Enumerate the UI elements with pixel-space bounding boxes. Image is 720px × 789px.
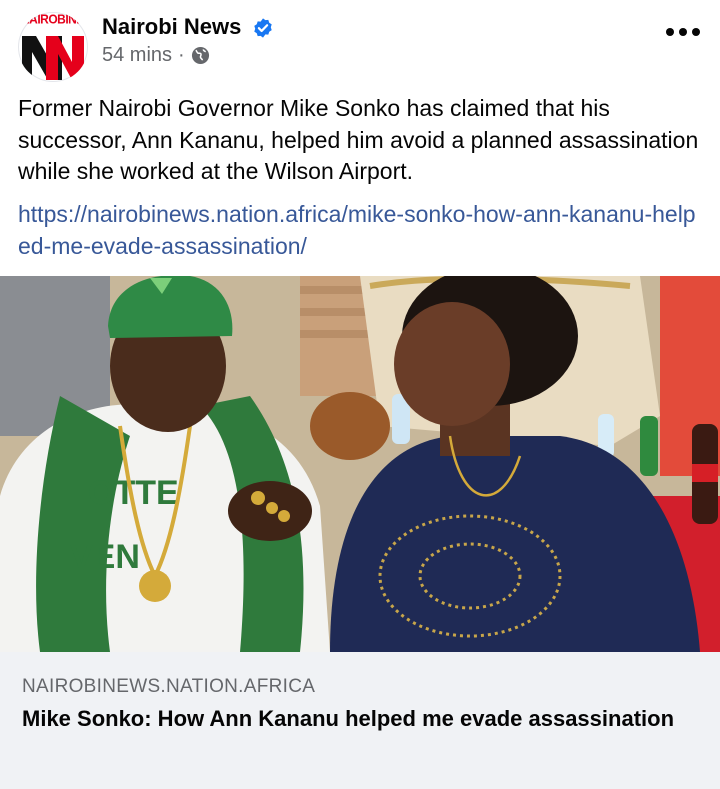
page-avatar[interactable]: NAIROBINEWS — [18, 12, 88, 82]
preview-domain: NAIROBINEWS.NATION.AFRICA — [22, 676, 316, 697]
post-text: Former Nairobi Governor Mike Sonko has c… — [18, 95, 699, 184]
preview-title: Mike Sonko: How Ann Kananu helped me eva… — [22, 706, 675, 731]
post-meta: 54 mins · — [102, 43, 210, 67]
photo-illustration: OTTE VEN — [0, 276, 720, 652]
post-timestamp[interactable]: 54 mins — [102, 43, 172, 67]
facebook-post: NAIROBINEWS Nairobi News 54 mins · Forme… — [0, 0, 720, 789]
meta-separator: · — [178, 44, 185, 66]
nn-logo-icon — [22, 36, 84, 80]
more-dot-icon — [679, 28, 687, 36]
post-photo[interactable]: OTTE VEN — [0, 276, 720, 652]
globe-icon — [191, 46, 209, 64]
verified-badge-icon — [254, 18, 272, 38]
more-options-button[interactable] — [666, 22, 700, 42]
avatar-brand-text: NAIROBINEWS — [21, 12, 88, 27]
page-name[interactable]: Nairobi News — [102, 13, 241, 41]
link-preview[interactable]: NAIROBINEWS.NATION.AFRICA Mike Sonko: Ho… — [0, 652, 720, 789]
more-dot-icon — [692, 28, 700, 36]
post-link[interactable]: https://nairobinews.nation.africa/mike-s… — [18, 198, 708, 262]
shirt-text-line2: VEN — [70, 538, 140, 576]
more-dot-icon — [666, 28, 674, 36]
